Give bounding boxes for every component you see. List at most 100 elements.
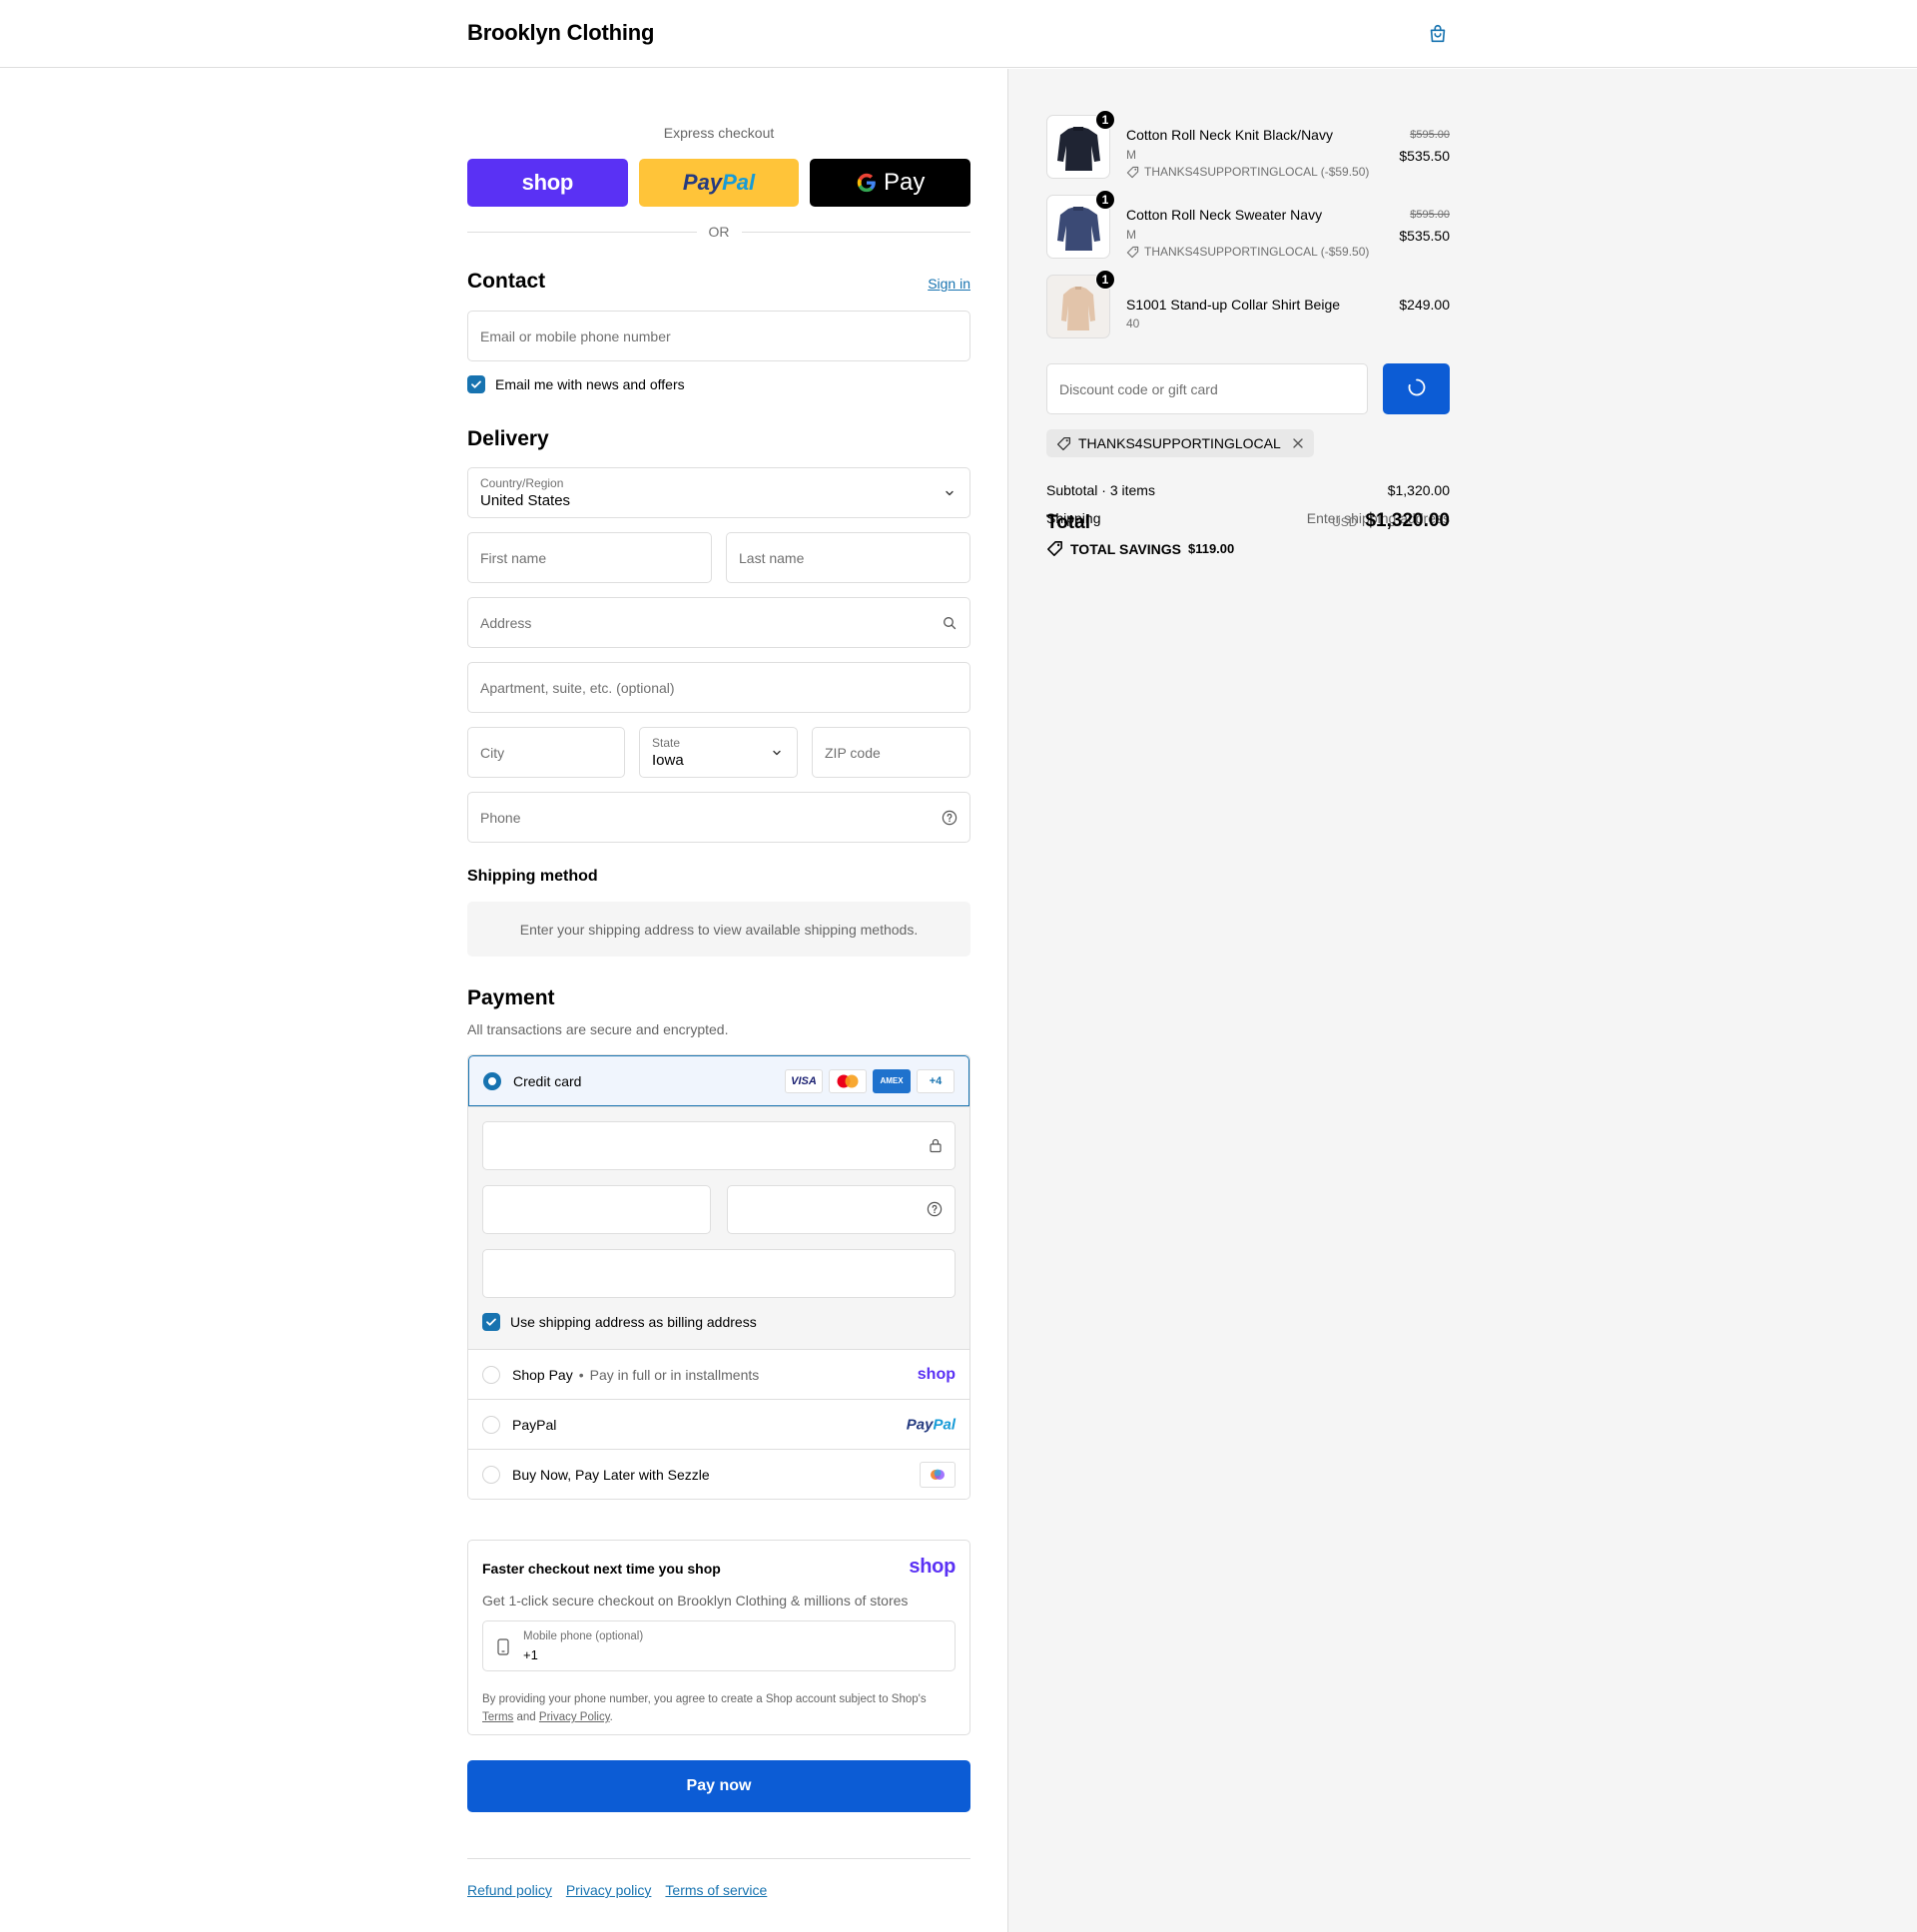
more-cards-badge: +4 (917, 1068, 955, 1093)
sign-in-link[interactable]: Sign in (928, 276, 970, 292)
phone-field[interactable] (467, 792, 970, 843)
mobile-phone-label: Mobile phone (optional) (523, 1630, 644, 1642)
shipping-method-title: Shipping method (467, 868, 598, 885)
shop-signup-card: Faster checkout next time you shop shop … (467, 1540, 970, 1735)
google-pay-label: Pay (884, 169, 926, 196)
billing-address-label: Use shipping address as billing address (510, 1314, 757, 1330)
product-variant: M (1126, 148, 1136, 162)
applied-discount-code: THANKS4SUPPORTINGLOCAL (1078, 435, 1281, 451)
google-g-icon (856, 172, 878, 194)
radio-selected[interactable] (483, 1071, 501, 1090)
billing-address-checkbox[interactable]: Use shipping address as billing address (482, 1313, 757, 1331)
terms-of-service-link[interactable]: Terms of service (665, 1882, 767, 1898)
savings-tag-icon (1047, 541, 1062, 556)
name-on-card-field[interactable] (482, 1249, 956, 1298)
payment-methods: Credit card VISA AMEX +4 Use shipping ad… (467, 1054, 970, 1500)
shop-pay-button[interactable]: shop (467, 159, 628, 207)
line-item: 1 S1001 Stand-up Collar Shirt Beige 40 $… (1046, 270, 1450, 338)
help-circle-icon[interactable] (927, 1201, 943, 1220)
shop-logo: shop (909, 1556, 956, 1578)
product-name: S1001 Stand-up Collar Shirt Beige (1126, 297, 1341, 313)
original-price: $595.00 (1410, 129, 1450, 141)
discount-code-input[interactable] (1047, 364, 1367, 413)
store-name[interactable]: Brooklyn Clothing (467, 20, 654, 46)
product-thumbnail: 1 (1046, 270, 1115, 338)
mastercard-icon (829, 1068, 867, 1093)
last-name-input[interactable] (727, 533, 969, 582)
payment-option-sezzle[interactable]: Buy Now, Pay Later with Sezzle (468, 1449, 969, 1499)
city-field[interactable] (467, 727, 625, 778)
apartment-input[interactable] (468, 663, 969, 712)
product-name: Cotton Roll Neck Knit Black/Navy (1126, 127, 1333, 143)
checkbox-checked-icon[interactable] (482, 1313, 500, 1331)
search-icon (942, 615, 958, 631)
contact-title: Contact (467, 270, 546, 293)
tag-icon (1056, 436, 1071, 450)
state-select[interactable]: State Iowa (639, 727, 798, 778)
product-price: $249.00 (1399, 297, 1450, 313)
apartment-field[interactable] (467, 662, 970, 713)
discount-label: THANKS4SUPPORTINGLOCAL (-$59.50) (1144, 245, 1370, 259)
payment-option-shop-pay[interactable]: Shop Pay • Pay in full or in installment… (468, 1349, 969, 1399)
tag-icon (1126, 166, 1139, 178)
radio-unselected[interactable] (482, 1465, 500, 1484)
email-input[interactable] (468, 312, 969, 360)
security-code-field[interactable] (727, 1185, 956, 1234)
sezzle-icon (920, 1461, 956, 1488)
pay-now-button[interactable]: Pay now (467, 1760, 970, 1812)
product-price: $535.50 (1399, 148, 1450, 164)
tag-icon (1126, 246, 1139, 258)
phone-input[interactable] (468, 793, 969, 842)
apply-discount-button[interactable] (1383, 363, 1450, 414)
first-name-field[interactable] (467, 532, 712, 583)
address-field[interactable] (467, 597, 970, 648)
shop-terms-link[interactable]: Terms (482, 1711, 513, 1723)
paypal-button[interactable]: Pay Pal (638, 159, 800, 207)
product-variant: 40 (1126, 317, 1140, 330)
last-name-field[interactable] (726, 532, 970, 583)
paypal-logo: Pay Pal (907, 1416, 956, 1433)
shop-privacy-link[interactable]: Privacy Policy (539, 1711, 610, 1723)
mobile-phone-field[interactable]: Mobile phone (optional) +1 (482, 1620, 956, 1671)
radio-unselected[interactable] (482, 1415, 500, 1434)
discount-code-field[interactable] (1046, 363, 1368, 414)
city-input[interactable] (468, 728, 624, 777)
email-field[interactable] (467, 311, 970, 361)
payment-option-credit-card[interactable]: Credit card VISA AMEX +4 (468, 1055, 969, 1106)
remove-discount-icon[interactable] (1292, 437, 1304, 449)
checkbox-checked-icon[interactable] (467, 375, 485, 393)
or-label: OR (708, 224, 730, 240)
country-select[interactable]: Country/Region United States (467, 467, 970, 518)
mobile-phone-value[interactable]: +1 (523, 1647, 538, 1662)
express-checkout-title: Express checkout (663, 125, 775, 141)
address-input[interactable] (468, 598, 969, 647)
zip-field[interactable] (812, 727, 970, 778)
news-offers-checkbox[interactable]: Email me with news and offers (467, 375, 685, 393)
product-discount: THANKS4SUPPORTINGLOCAL (-$59.50) (1126, 165, 1369, 179)
paypal-logo-pay: Pay (682, 170, 723, 195)
first-name-input[interactable] (468, 533, 711, 582)
help-circle-icon[interactable] (942, 810, 958, 826)
payment-option-paypal[interactable]: PayPal Pay Pal (468, 1399, 969, 1449)
country-label: Country/Region (480, 476, 564, 490)
expiration-date-field[interactable] (482, 1185, 711, 1234)
currency-code: USD (1332, 515, 1358, 529)
google-pay-button[interactable]: Pay (810, 159, 971, 207)
privacy-policy-link[interactable]: Privacy policy (566, 1882, 652, 1898)
subtotal-label: Subtotal · 3 items (1046, 482, 1155, 498)
total-value: USD $1,320.00 (1332, 510, 1450, 532)
paypal-logo-pal: Pal (933, 1416, 956, 1433)
refund-policy-link[interactable]: Refund policy (467, 1882, 552, 1898)
shop-signup-description: Get 1-click secure checkout on Brooklyn … (482, 1593, 909, 1609)
sezzle-label: Buy Now, Pay Later with Sezzle (512, 1466, 710, 1483)
zip-input[interactable] (813, 728, 969, 777)
legal-prefix: By providing your phone number, you agre… (482, 1693, 927, 1705)
card-number-field[interactable] (482, 1121, 956, 1170)
legal-and: and (516, 1711, 536, 1723)
cart-button[interactable] (1423, 20, 1453, 50)
payment-title: Payment (467, 986, 555, 1009)
radio-unselected[interactable] (482, 1365, 500, 1384)
card-logos: VISA AMEX +4 (785, 1068, 955, 1093)
total-label: Total (1046, 512, 1090, 533)
express-checkout-buttons: shop Pay Pal Pay (467, 159, 971, 207)
